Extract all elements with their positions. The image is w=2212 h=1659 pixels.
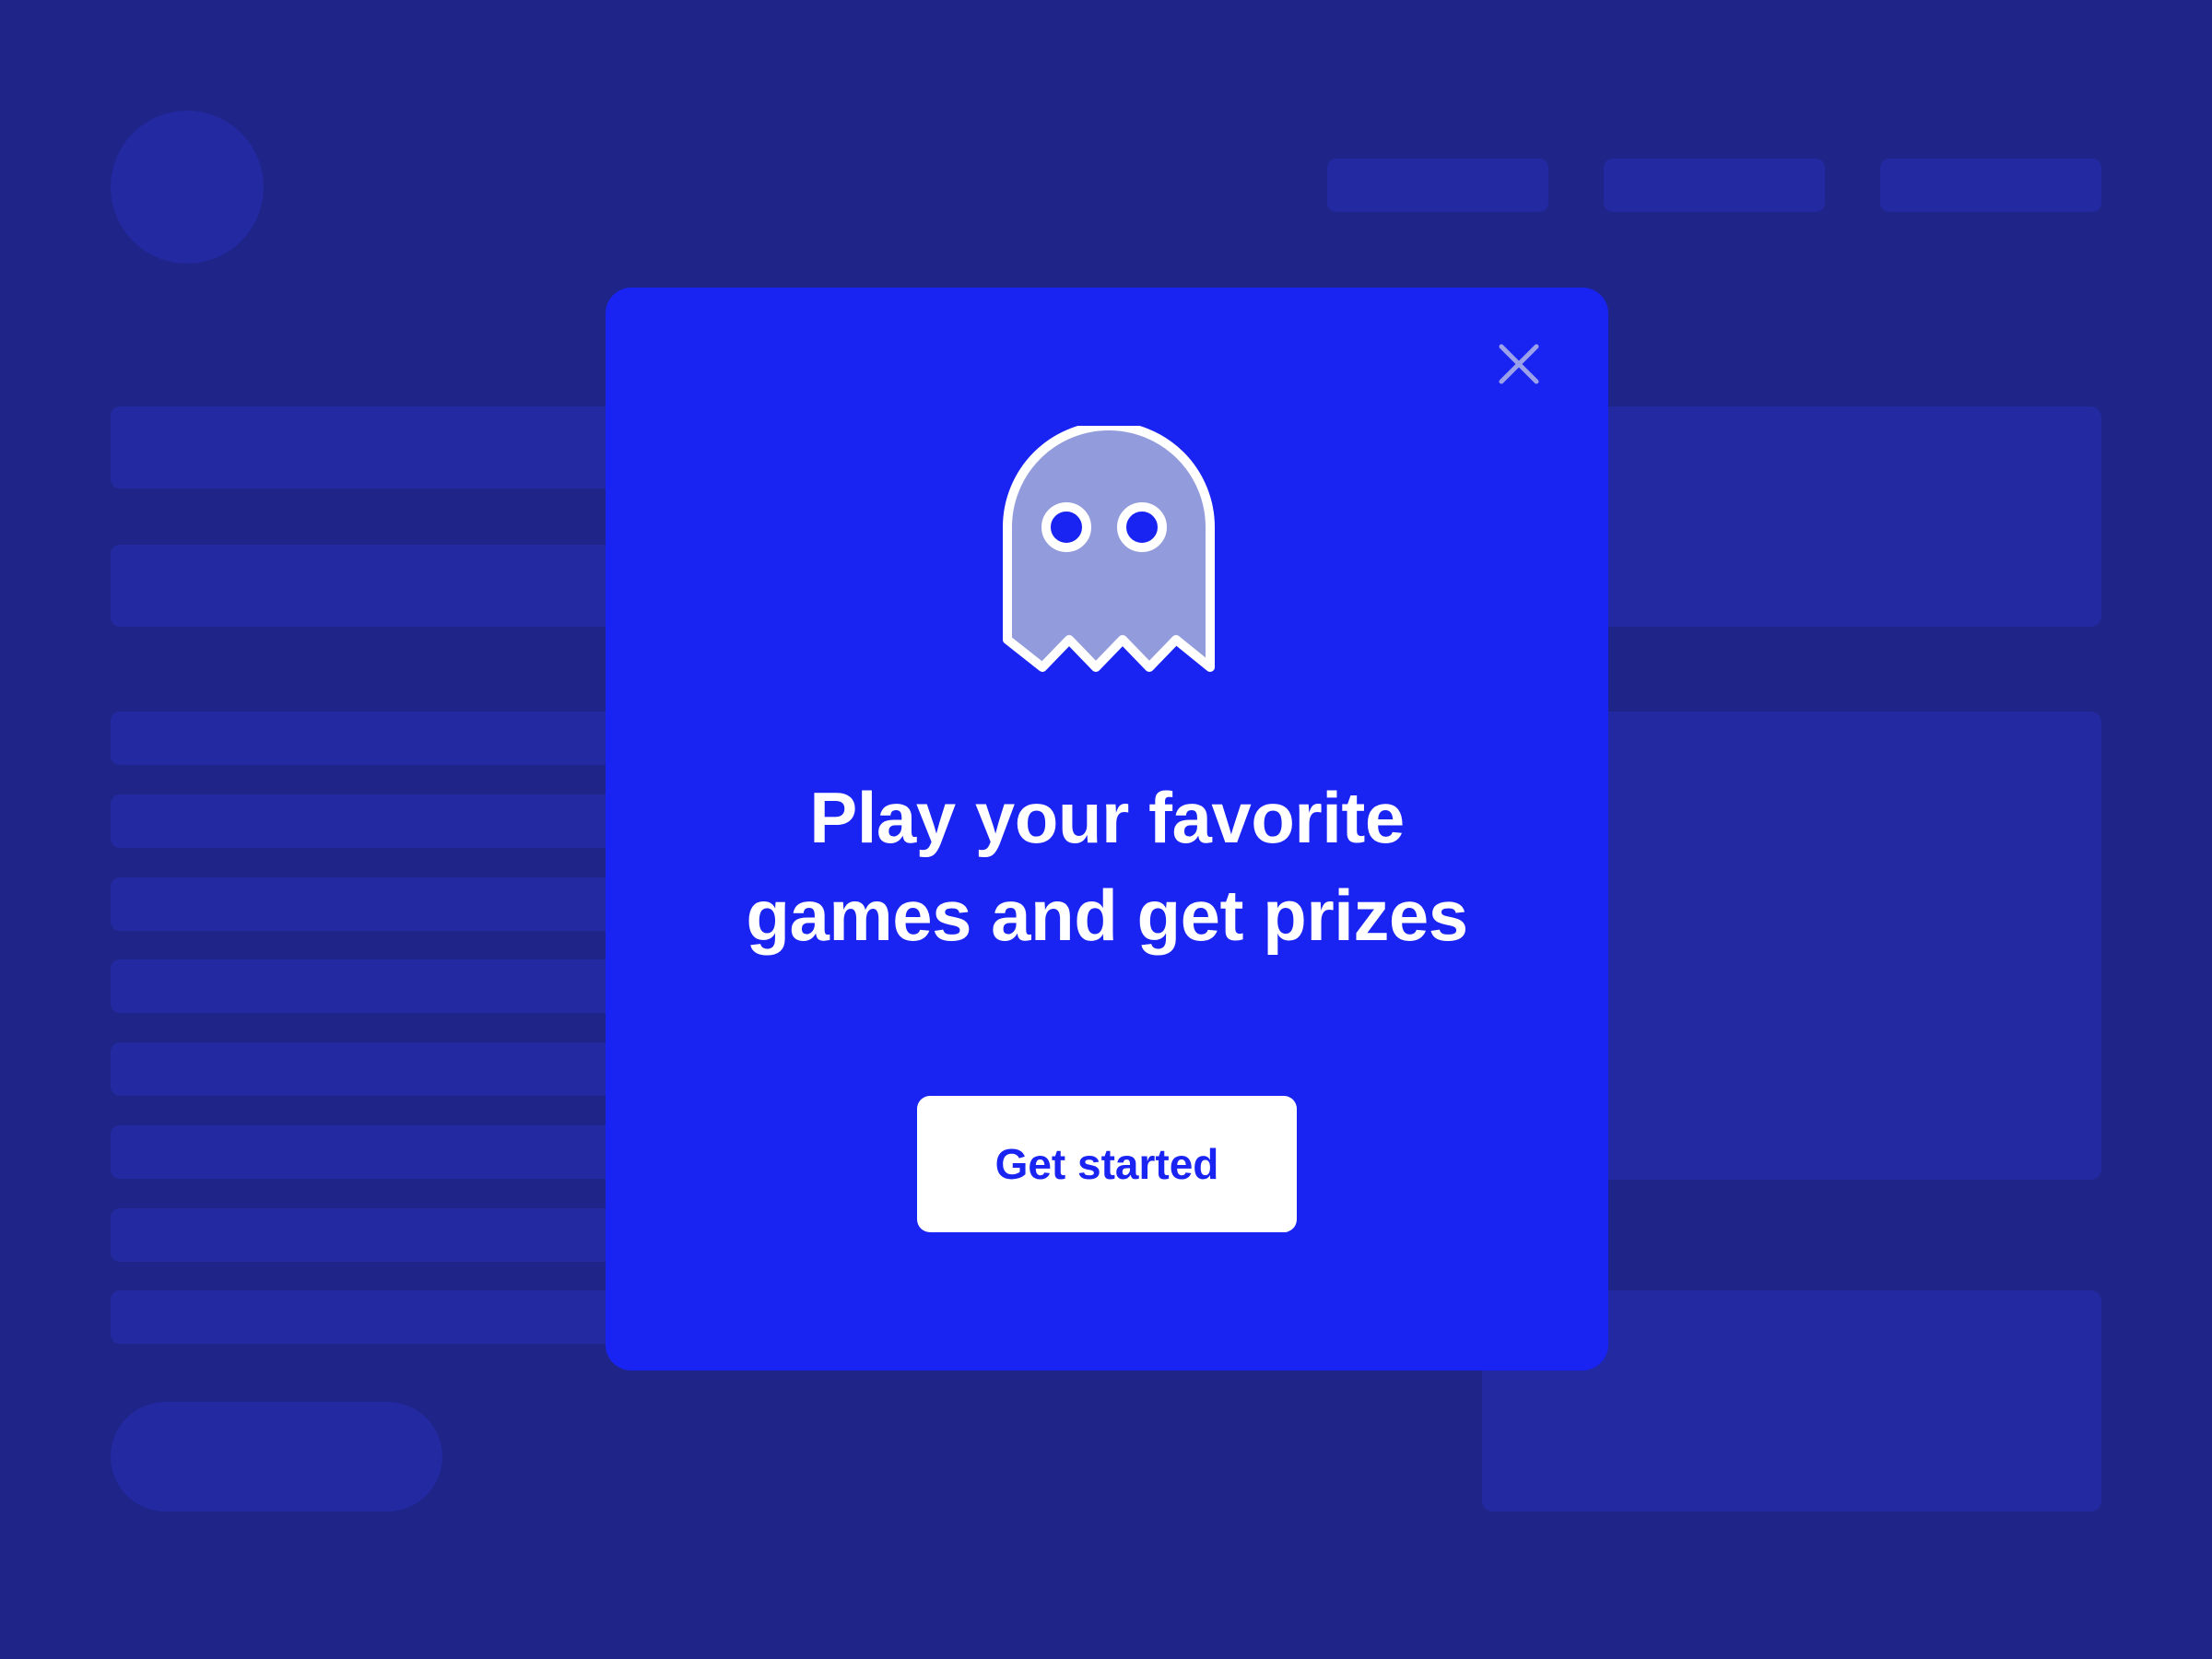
background-card-placeholder bbox=[1585, 406, 2101, 627]
background-nav-placeholder-1 bbox=[1327, 159, 1548, 212]
background-avatar-placeholder bbox=[111, 111, 264, 264]
background-list-line bbox=[111, 1290, 627, 1344]
get-started-button[interactable]: Get started bbox=[917, 1096, 1297, 1232]
modal-title-line-1: Play your favorite bbox=[809, 777, 1405, 858]
background-row-placeholder bbox=[111, 545, 627, 627]
background-nav-placeholder-2 bbox=[1604, 159, 1825, 212]
background-list-line bbox=[111, 1208, 627, 1262]
background-list-line bbox=[111, 959, 627, 1013]
ghost-illustration bbox=[1002, 426, 1216, 684]
close-icon bbox=[1499, 344, 1539, 384]
background-pill-placeholder bbox=[111, 1402, 442, 1512]
modal-title: Play your favorite games and get prizes bbox=[661, 769, 1553, 964]
background-nav-placeholder-3 bbox=[1880, 159, 2101, 212]
background-list-line bbox=[111, 877, 627, 931]
ghost-icon bbox=[1003, 426, 1215, 672]
background-list-line bbox=[111, 794, 627, 848]
close-button[interactable] bbox=[1492, 337, 1546, 391]
background-card-placeholder bbox=[1585, 712, 2101, 1180]
background-row-placeholder bbox=[111, 406, 627, 488]
background-list-line bbox=[111, 1125, 627, 1179]
modal-title-line-2: games and get prizes bbox=[746, 875, 1468, 956]
background-list-line bbox=[111, 712, 627, 765]
promo-modal: Play your favorite games and get prizes … bbox=[606, 288, 1608, 1371]
background-list-line bbox=[111, 1042, 627, 1096]
